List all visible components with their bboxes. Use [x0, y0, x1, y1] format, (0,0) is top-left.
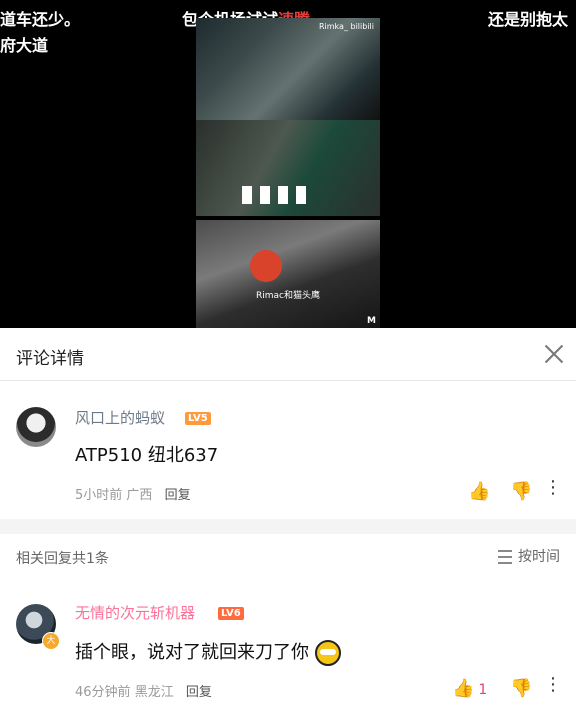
avatar-badge: 大 — [42, 632, 60, 650]
censor-blocks — [242, 186, 306, 204]
sheet-title: 评论详情 — [16, 349, 84, 369]
comment-detail-sheet: 评论详情 风口上的蚂蚁 LV5 ATP510 纽北637 5小时前 广西 回复 … — [0, 328, 576, 719]
dislike-icon[interactable]: 👎 — [510, 678, 532, 699]
reply-username[interactable]: 无情的次元斩机器 — [75, 602, 195, 623]
comment-username[interactable]: 风口上的蚂蚁 — [75, 407, 165, 428]
reply-time: 46分钟前 — [75, 685, 131, 700]
comment-meta: 5小时前 广西 回复 — [75, 484, 191, 503]
video-subtitle: Rimac和猫头鹰 — [256, 291, 320, 301]
video-frame-top: Rimka_ bilibili — [196, 18, 380, 120]
m-logo: M — [367, 316, 376, 326]
sort-label: 按时间 — [518, 549, 560, 565]
reply-text: 插个眼，说对了就回来刀了你 — [75, 638, 341, 666]
replies-section: 相关回复共1条 按时间 大 无情的次元斩机器 LV6 插个眼，说对了就回来刀了你… — [0, 534, 576, 719]
main-comment: 风口上的蚂蚁 LV5 ATP510 纽北637 5小时前 广西 回复 👍 👎 ⋮ — [0, 381, 576, 519]
video-frame-bottom: Rimac和猫头鹰 M — [196, 220, 380, 328]
reply-location: 黑龙江 — [134, 685, 174, 700]
level-badge: LV6 — [218, 607, 244, 620]
dislike-icon[interactable]: 👎 — [510, 481, 532, 502]
emoji-icon — [314, 640, 341, 666]
reply-meta: 46分钟前 黑龙江 回复 — [75, 681, 212, 700]
like-count: 1 — [478, 682, 488, 698]
sheet-header: 评论详情 — [0, 328, 576, 381]
reply-button[interactable]: 回复 — [186, 685, 212, 700]
sort-icon — [498, 550, 512, 564]
video-player[interactable]: 道车还少。 包个机场试试速腾 还是别抱太 府大道 Rimka_ bilibili… — [0, 0, 576, 328]
comment-time: 5小时前 — [75, 488, 123, 503]
close-icon[interactable] — [542, 342, 566, 366]
level-badge: LV5 — [185, 412, 211, 425]
video-frame-middle — [196, 120, 380, 216]
danmaku-text: 府大道 — [0, 36, 49, 55]
comment-location: 广西 — [126, 488, 153, 503]
avatar[interactable] — [16, 407, 56, 447]
reply-button[interactable]: 回复 — [165, 488, 191, 503]
comment-text: ATP510 纽北637 — [75, 445, 219, 466]
more-options-icon[interactable]: ⋮ — [544, 479, 562, 497]
like-icon[interactable]: 👍 — [468, 481, 490, 502]
replies-count: 相关回复共1条 — [16, 551, 109, 567]
driver-helmet — [250, 250, 282, 282]
sort-button[interactable]: 按时间 — [498, 546, 560, 566]
video-watermark: Rimka_ bilibili — [318, 22, 374, 31]
danmaku-text: 道车还少。 — [0, 10, 81, 29]
danmaku-text: 还是别抱太 — [488, 10, 569, 29]
more-options-icon[interactable]: ⋮ — [544, 676, 562, 694]
like-icon[interactable]: 👍 1 — [452, 678, 487, 699]
